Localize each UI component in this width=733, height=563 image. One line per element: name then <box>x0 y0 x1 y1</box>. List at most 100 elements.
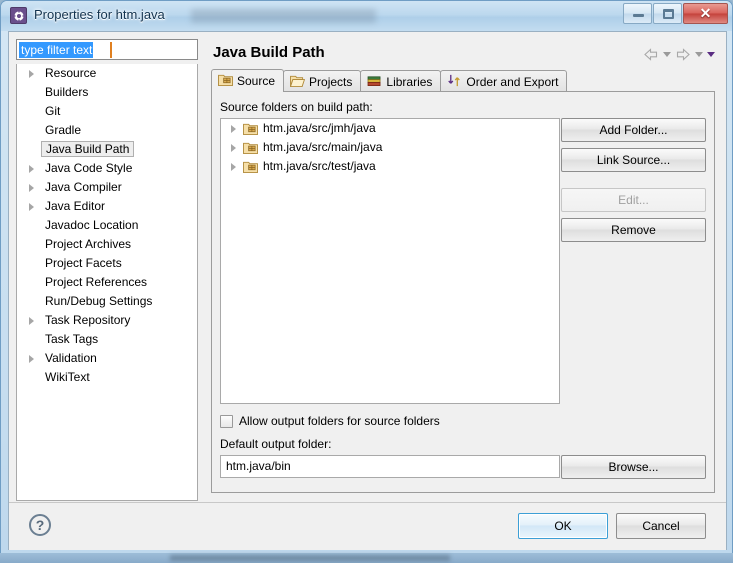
sidebar-item-label: Task Repository <box>45 313 131 327</box>
chevron-right-icon[interactable] <box>29 165 34 173</box>
chevron-right-icon[interactable] <box>29 184 34 192</box>
sidebar-item-label: Project Archives <box>45 237 132 251</box>
sidebar-item-project-archives[interactable]: Project Archives <box>17 235 197 254</box>
chevron-right-icon[interactable] <box>29 355 34 363</box>
list-item[interactable]: htm.java/src/test/java <box>221 157 559 176</box>
properties-gear-icon <box>10 7 27 24</box>
back-arrow-icon[interactable] <box>643 48 659 61</box>
browse-button[interactable]: Browse... <box>561 455 706 479</box>
forward-history-chevron-down-icon[interactable] <box>695 52 703 57</box>
list-item[interactable]: htm.java/src/jmh/java <box>221 119 559 138</box>
tab-label: Source <box>237 74 276 88</box>
properties-dialog-window: Properties for htm.java ✕ type filter te… <box>0 0 733 556</box>
add-folder-button[interactable]: Add Folder... <box>561 118 706 142</box>
desktop-bottom-strip <box>0 553 733 563</box>
list-item[interactable]: htm.java/src/main/java <box>221 138 559 157</box>
tab-label: Order and Export <box>466 74 559 89</box>
sidebar-item-label: Project Facets <box>45 256 122 270</box>
sidebar-item-task-tags[interactable]: Task Tags <box>17 330 197 349</box>
edit-button: Edit... <box>561 188 706 212</box>
package-folder-icon <box>243 122 258 135</box>
sidebar-item-java-editor[interactable]: Java Editor <box>17 197 197 216</box>
sidebar-item-builders[interactable]: Builders <box>17 83 197 102</box>
filter-input[interactable]: type filter text <box>16 39 198 60</box>
allow-output-folders-row[interactable]: Allow output folders for source folders <box>220 414 440 428</box>
source-tab-panel: Source folders on build path: htm.java/s… <box>211 91 715 493</box>
settings-content-pane: Java Build Path Source Projects Librarie… <box>205 39 721 501</box>
settings-navigation-pane: type filter text Resource Builders Git G… <box>16 39 198 501</box>
sidebar-item-resource[interactable]: Resource <box>17 64 197 83</box>
cancel-button[interactable]: Cancel <box>616 513 706 539</box>
minimize-button[interactable] <box>623 3 652 24</box>
sidebar-item-java-build-path[interactable]: Java Build Path <box>17 140 197 159</box>
sidebar-item-label: Java Editor <box>45 199 106 213</box>
tab-order-and-export[interactable]: Order and Export <box>440 70 568 92</box>
sidebar-item-label: Javadoc Location <box>45 218 139 232</box>
sidebar-item-javadoc-location[interactable]: Javadoc Location <box>17 216 197 235</box>
reorder-arrows-icon <box>447 74 462 90</box>
sidebar-item-project-references[interactable]: Project References <box>17 273 197 292</box>
build-path-tabs: Source Projects Libraries Order and Expo… <box>211 69 715 493</box>
chevron-right-icon[interactable] <box>231 163 236 171</box>
remove-button[interactable]: Remove <box>561 218 706 242</box>
close-button[interactable]: ✕ <box>683 3 728 24</box>
package-folder-icon <box>243 160 258 173</box>
sidebar-item-git[interactable]: Git <box>17 102 197 121</box>
sidebar-item-label: Resource <box>45 66 97 80</box>
chevron-right-icon[interactable] <box>29 317 34 325</box>
source-folder-path: htm.java/src/test/java <box>263 159 376 173</box>
chevron-right-icon[interactable] <box>29 203 34 211</box>
sidebar-item-project-facets[interactable]: Project Facets <box>17 254 197 273</box>
titlebar-backdrop-blur <box>191 9 376 23</box>
books-icon <box>367 74 382 90</box>
chevron-right-icon[interactable] <box>231 125 236 133</box>
tab-source[interactable]: Source <box>211 69 285 92</box>
allow-output-folders-checkbox[interactable] <box>220 414 233 428</box>
source-folders-list[interactable]: htm.java/src/jmh/java htm.java/src/main/… <box>220 118 560 404</box>
sidebar-item-label: Java Compiler <box>45 180 122 194</box>
sidebar-item-label: Gradle <box>45 123 82 137</box>
open-folder-icon <box>289 74 306 90</box>
default-output-folder-input[interactable]: htm.java/bin <box>220 455 560 478</box>
source-folder-path: htm.java/src/jmh/java <box>263 121 376 135</box>
chevron-right-icon[interactable] <box>231 144 236 152</box>
chevron-right-icon[interactable] <box>29 70 34 78</box>
maximize-button[interactable] <box>653 3 682 24</box>
sidebar-item-label: Java Build Path <box>41 141 135 157</box>
sidebar-item-label: Run/Debug Settings <box>45 294 153 308</box>
sidebar-item-label: Git <box>45 104 61 118</box>
sidebar-item-label: Java Code Style <box>45 161 133 175</box>
window-title: Properties for htm.java <box>34 7 165 22</box>
sidebar-item-label: WikiText <box>45 370 90 384</box>
window-controls: ✕ <box>622 3 728 24</box>
back-history-chevron-down-icon[interactable] <box>663 52 671 57</box>
sidebar-item-label: Task Tags <box>45 332 99 346</box>
link-source-button[interactable]: Link Source... <box>561 148 706 172</box>
sidebar-item-run-debug-settings[interactable]: Run/Debug Settings <box>17 292 197 311</box>
sidebar-item-wikitext[interactable]: WikiText <box>17 368 197 387</box>
sidebar-item-java-code-style[interactable]: Java Code Style <box>17 159 197 178</box>
view-menu-triangle-down-icon[interactable] <box>707 52 715 57</box>
maximize-icon <box>663 9 674 19</box>
sidebar-item-validation[interactable]: Validation <box>17 349 197 368</box>
tab-strip: Source Projects Libraries Order and Expo… <box>211 69 568 92</box>
sidebar-item-gradle[interactable]: Gradle <box>17 121 197 140</box>
title-bar[interactable]: Properties for htm.java ✕ <box>1 1 732 31</box>
dialog-footer: ? OK Cancel <box>9 502 726 550</box>
source-folders-label: Source folders on build path: <box>220 100 373 114</box>
text-caret <box>110 42 112 58</box>
settings-tree[interactable]: Resource Builders Git Gradle Java Build … <box>16 64 198 501</box>
sidebar-item-task-repository[interactable]: Task Repository <box>17 311 197 330</box>
allow-output-folders-label: Allow output folders for source folders <box>239 414 440 428</box>
default-output-folder-label: Default output folder: <box>220 437 332 451</box>
tab-projects[interactable]: Projects <box>283 70 362 92</box>
sidebar-item-java-compiler[interactable]: Java Compiler <box>17 178 197 197</box>
help-question-mark-icon[interactable]: ? <box>29 514 51 536</box>
sidebar-item-label: Validation <box>45 351 97 365</box>
tab-label: Projects <box>309 74 353 89</box>
tab-libraries[interactable]: Libraries <box>360 70 442 92</box>
sidebar-item-label: Project References <box>45 275 148 289</box>
forward-arrow-icon[interactable] <box>675 48 691 61</box>
sidebar-item-label: Builders <box>45 85 89 99</box>
ok-button[interactable]: OK <box>518 513 608 539</box>
